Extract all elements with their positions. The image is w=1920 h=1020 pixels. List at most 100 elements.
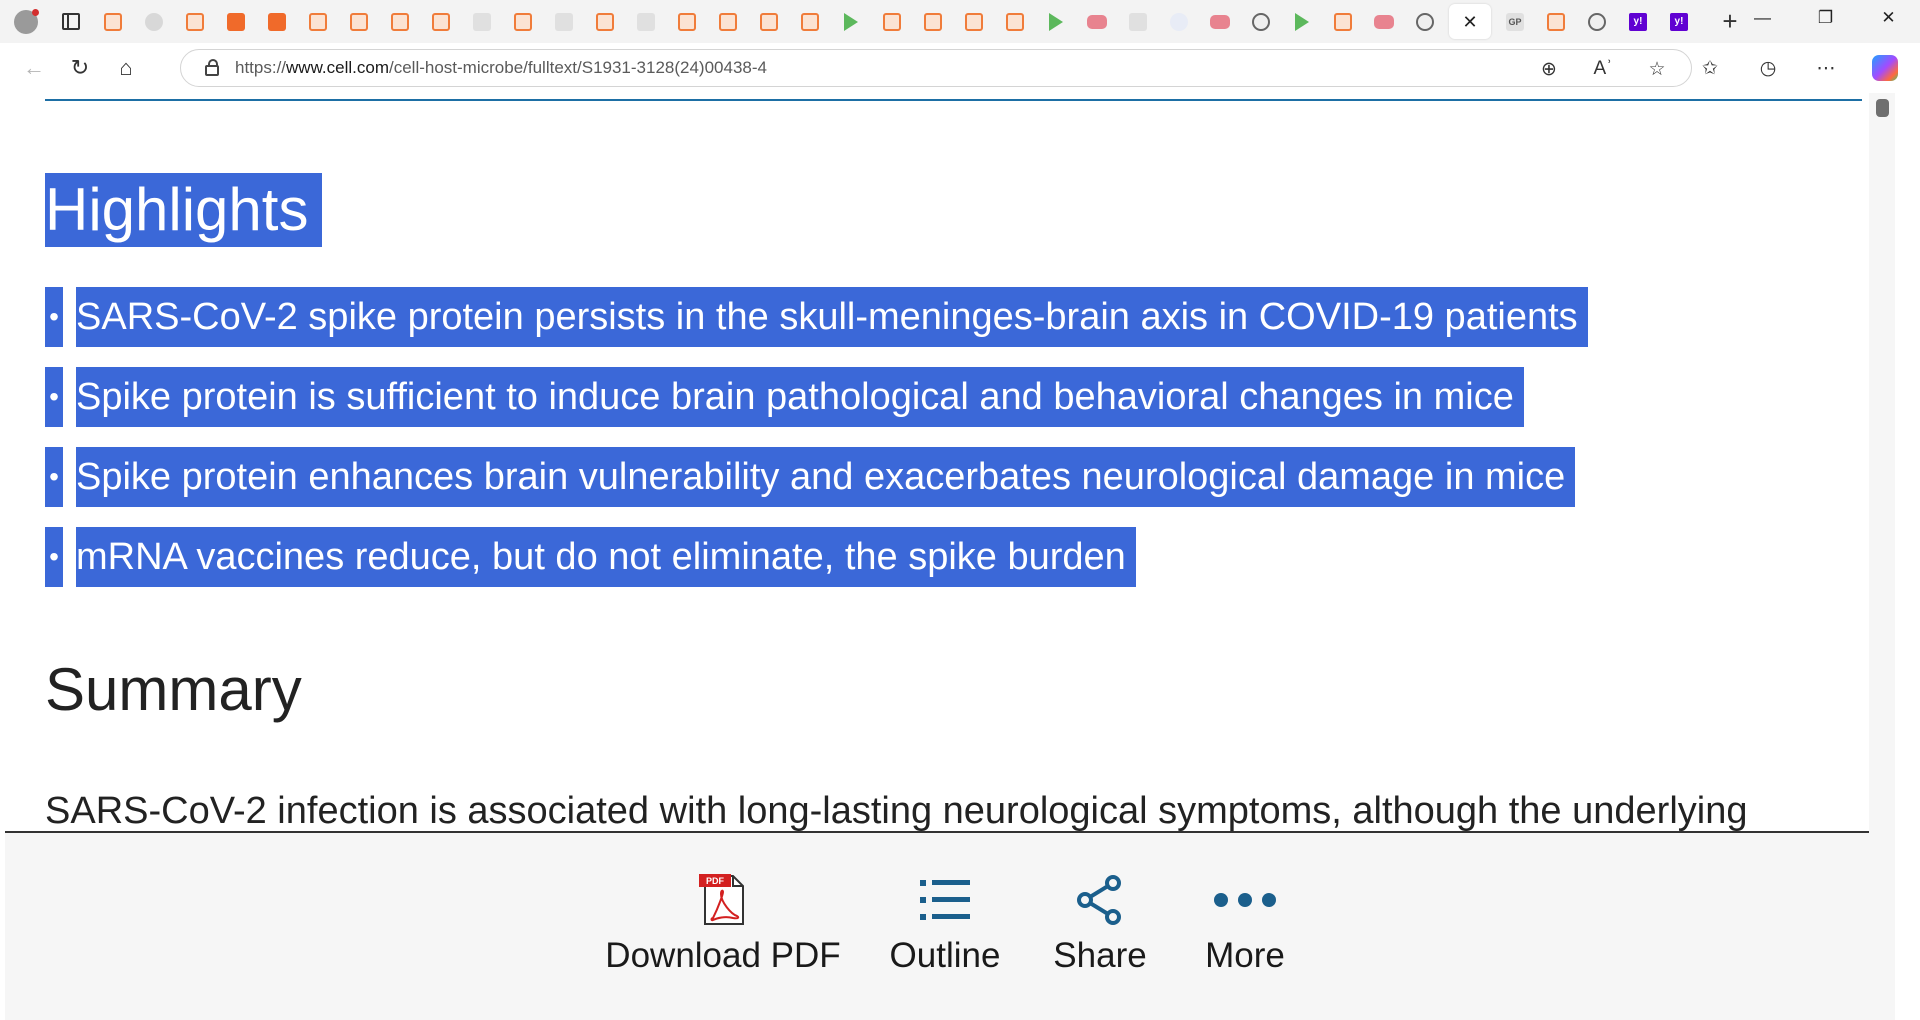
- tab[interactable]: [793, 4, 827, 39]
- window-controls: — ❐ ✕: [1731, 0, 1920, 35]
- tab[interactable]: [342, 4, 376, 39]
- close-window-button[interactable]: ✕: [1857, 0, 1920, 35]
- share-button[interactable]: Share: [1040, 833, 1160, 1019]
- bookmark-solid-favicon-icon: [268, 12, 286, 31]
- tab[interactable]: [1539, 4, 1573, 39]
- bookmark-solid-favicon-icon: [227, 12, 245, 31]
- tab[interactable]: [957, 4, 991, 39]
- play-favicon-icon: [1295, 12, 1309, 31]
- bookmark-favicon-icon: [760, 12, 778, 31]
- back-button[interactable]: ←: [14, 48, 54, 88]
- tab[interactable]: y!: [1621, 4, 1655, 39]
- bookmark-favicon-icon: [678, 12, 696, 31]
- outline-button[interactable]: Outline: [880, 833, 1010, 1019]
- tab[interactable]: [1039, 4, 1073, 39]
- more-dots-icon: [1213, 872, 1277, 928]
- tab[interactable]: y!: [1662, 4, 1696, 39]
- tab[interactable]: GP: [1498, 4, 1532, 39]
- refresh-button[interactable]: ↻: [60, 48, 100, 88]
- tab[interactable]: [547, 4, 581, 39]
- highlight-text: Spike protein enhances brain vulnerabili…: [76, 447, 1576, 507]
- tab-list: ✕ GP y! y!: [96, 0, 1703, 43]
- download-pdf-label: Download PDF: [605, 936, 841, 975]
- address-bar[interactable]: https://www.cell.com/cell-host-microbe/f…: [180, 49, 1692, 87]
- tab[interactable]: [260, 4, 294, 39]
- tab[interactable]: [916, 4, 950, 39]
- bookmark-favicon-icon: [719, 12, 737, 31]
- tab[interactable]: [670, 4, 704, 39]
- tab-actions-button[interactable]: [54, 5, 88, 39]
- favorite-star-icon[interactable]: ☆: [1645, 58, 1669, 81]
- url-path: /cell-host-microbe/fulltext/S1931-3128(2…: [389, 58, 767, 77]
- home-button[interactable]: ⌂: [106, 48, 146, 88]
- tab[interactable]: [998, 4, 1032, 39]
- tab[interactable]: [383, 4, 417, 39]
- toolbar-right-icons: ✩ ◷ ⋯: [1698, 43, 1898, 93]
- pdf-icon: PDF: [697, 872, 749, 928]
- lock-icon[interactable]: [205, 59, 219, 76]
- brain-favicon-icon: [1252, 12, 1270, 31]
- url-text[interactable]: https://www.cell.com/cell-host-microbe/f…: [235, 58, 767, 78]
- tab[interactable]: [1285, 4, 1319, 39]
- settings-more-icon[interactable]: ⋯: [1814, 57, 1838, 80]
- tab[interactable]: [96, 4, 130, 39]
- bookmark-favicon-icon: [1547, 12, 1565, 31]
- tab[interactable]: [1162, 4, 1196, 39]
- bookmark-favicon-icon: [965, 12, 983, 31]
- tab[interactable]: [711, 4, 745, 39]
- copilot-icon[interactable]: [1872, 55, 1898, 81]
- minimize-button[interactable]: —: [1731, 0, 1794, 35]
- section-divider: [45, 99, 1862, 101]
- tab[interactable]: [301, 4, 335, 39]
- gray-favicon-icon: [1129, 12, 1147, 31]
- tab[interactable]: [875, 4, 909, 39]
- history-icon[interactable]: ◷: [1756, 57, 1780, 80]
- more-button[interactable]: More: [1185, 833, 1305, 1019]
- read-aloud-icon[interactable]: Aʾ: [1591, 58, 1615, 80]
- download-pdf-button[interactable]: PDF Download PDF: [605, 833, 841, 1019]
- tab[interactable]: [219, 4, 253, 39]
- tab[interactable]: [1408, 4, 1442, 39]
- gray-favicon-icon: [555, 12, 573, 31]
- profile-button[interactable]: [10, 6, 42, 38]
- yahoo-favicon-icon: y!: [1670, 12, 1688, 31]
- zoom-icon[interactable]: ⊕: [1537, 58, 1561, 81]
- play-favicon-icon: [1049, 12, 1063, 31]
- tab[interactable]: [506, 4, 540, 39]
- list-icon: [920, 872, 970, 928]
- restore-button[interactable]: ❐: [1794, 0, 1857, 35]
- tab[interactable]: [178, 4, 212, 39]
- tab[interactable]: [588, 4, 622, 39]
- tab[interactable]: [834, 4, 868, 39]
- bookmark-favicon-icon: [596, 12, 614, 31]
- gray-favicon-icon: [637, 12, 655, 31]
- scrollbar-thumb[interactable]: [1876, 99, 1889, 117]
- youtube-favicon-icon: [1210, 14, 1230, 29]
- gray-favicon-icon: GP: [1506, 12, 1524, 31]
- favorites-icon[interactable]: ✩: [1698, 57, 1722, 80]
- tab[interactable]: [465, 4, 499, 39]
- tab[interactable]: [1580, 4, 1614, 39]
- article-action-bar: PDF Download PDF Outline Share More: [5, 831, 1895, 1020]
- tab[interactable]: [1244, 4, 1278, 39]
- tab[interactable]: [1121, 4, 1155, 39]
- tab[interactable]: [1367, 4, 1401, 39]
- tab[interactable]: [137, 4, 171, 39]
- tab[interactable]: [752, 4, 786, 39]
- share-icon: [1075, 872, 1125, 928]
- pdf-badge-label: PDF: [706, 876, 725, 886]
- vertical-scrollbar[interactable]: [1869, 93, 1895, 1020]
- tab[interactable]: [1080, 4, 1114, 39]
- close-tab-icon[interactable]: ✕: [1462, 13, 1477, 31]
- gray-favicon-icon: [473, 12, 491, 31]
- tab[interactable]: [1203, 4, 1237, 39]
- summary-paragraph: SARS-CoV-2 infection is associated with …: [45, 790, 1748, 832]
- bookmark-favicon-icon: [309, 12, 327, 31]
- tab[interactable]: [424, 4, 458, 39]
- bullet-icon: •: [45, 447, 63, 507]
- tab[interactable]: [1326, 4, 1360, 39]
- highlight-item: • Spike protein enhances brain vulnerabi…: [45, 447, 1588, 507]
- bookmark-favicon-icon: [1006, 12, 1024, 31]
- tab[interactable]: [629, 4, 663, 39]
- tab-active[interactable]: ✕: [1449, 4, 1491, 39]
